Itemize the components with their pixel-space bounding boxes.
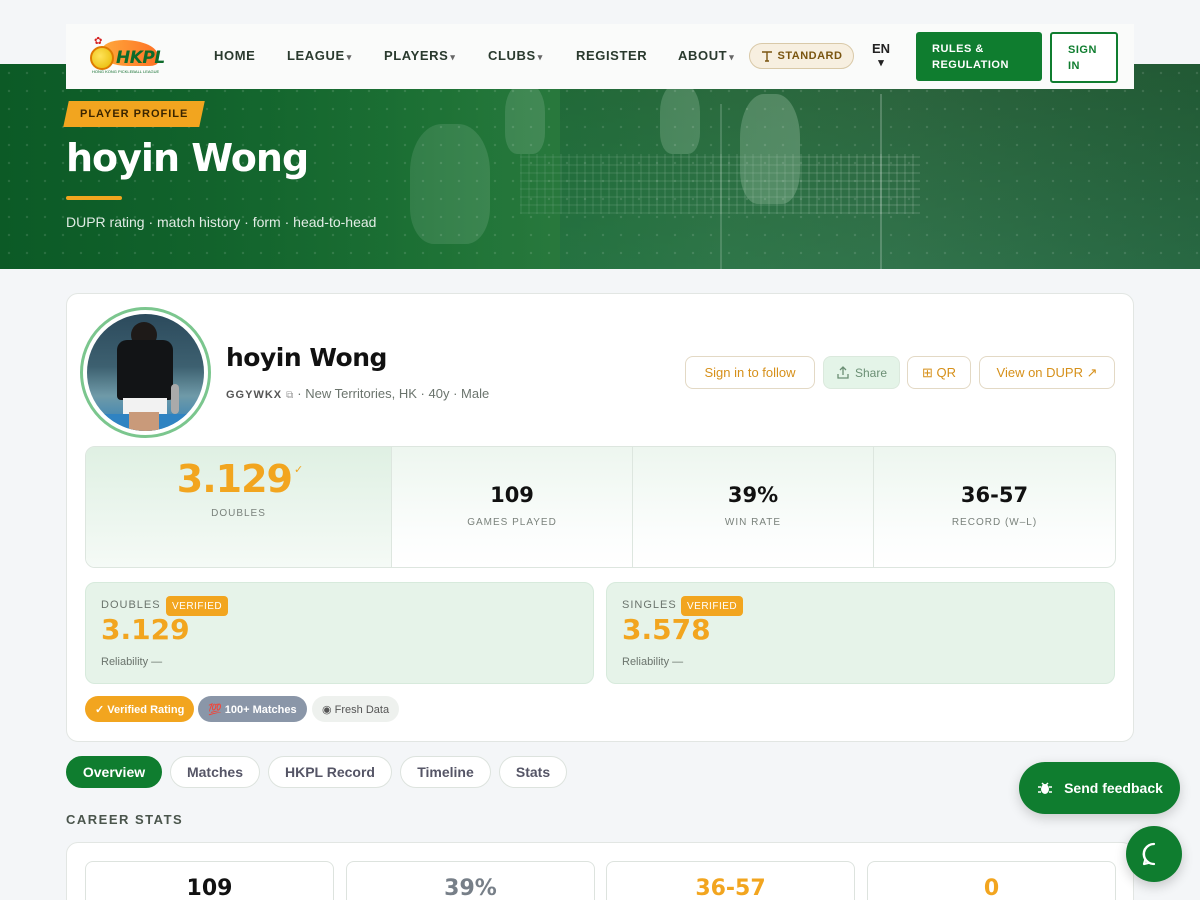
profile-card: hoyin Wong GGYWKX ⧉ · New Territories, HK … [66, 293, 1134, 742]
record-stat: 36-57 RECORD (W–L) [951, 483, 1038, 528]
doubles-rating-box: DOUBLES VERIFIED 3.129 Reliability — [85, 582, 594, 684]
send-feedback-button[interactable]: Send feedback [1019, 762, 1180, 814]
career-stat: 0 [867, 861, 1116, 900]
player-name: hoyin Wong [226, 343, 387, 372]
tab-timeline[interactable]: Timeline [400, 756, 491, 788]
games-played-stat: 109 GAMES PLAYED [392, 447, 633, 567]
avatar [80, 307, 211, 438]
career-stats-title: CAREER STATS [66, 812, 184, 827]
view-dupr-button[interactable]: View on DUPR ↗ [979, 356, 1115, 389]
hero-title: hoyin Wong [66, 136, 309, 180]
bauhinia-icon: ✿ [94, 36, 103, 47]
chevron-down-icon: ▾ [729, 52, 735, 62]
verified-rating-chip: ✓ Verified Rating [85, 696, 195, 722]
fresh-data-chip: ◉ Fresh Data [312, 696, 400, 722]
career-stat: 109 [85, 861, 334, 900]
rating-stat: 3.129 ✓ DOUBLES [86, 447, 392, 567]
copy-icon[interactable]: ⧉ [286, 390, 293, 401]
follow-button[interactable]: Sign in to follow [685, 356, 815, 389]
chat-button[interactable] [1126, 826, 1182, 882]
100-matches-chip: 💯 100+ Matches [198, 696, 307, 722]
player-profile-badge: PLAYER PROFILE [63, 101, 206, 127]
hkpl-logo[interactable]: ✿ HKPL HONG KONG PICKLEBALL LEAGUE [82, 36, 168, 78]
player-code: GGYWKX [226, 389, 283, 401]
chevron-down-icon: ▾ [537, 52, 543, 62]
career-stat: 39% [346, 861, 595, 900]
summary-stats: 3.129 ✓ DOUBLES 109 GAMES PLAYED 39% WIN … [85, 446, 1116, 568]
chevron-down-icon: ▾ [346, 52, 352, 62]
sign-in-button[interactable]: SIGN IN [1050, 32, 1118, 83]
chevron-down-icon: ▾ [450, 52, 456, 62]
nav-home[interactable]: HOME [214, 48, 255, 63]
share-icon [837, 365, 849, 379]
text-size-standard-toggle[interactable]: STANDARD [749, 43, 854, 69]
career-stat: 36-57 [606, 861, 855, 900]
hero-underline [66, 196, 122, 200]
bug-icon [1038, 782, 1053, 794]
nav-about[interactable]: ABOUT ▾ [678, 48, 734, 63]
hero-subtitle: DUPR rating · match history · form · hea… [66, 214, 377, 230]
rules-regulation-button[interactable]: RULES & REGULATION [916, 32, 1042, 81]
tab-hkpl-record[interactable]: HKPL Record [268, 756, 392, 788]
language-select[interactable]: EN ▾ [872, 41, 890, 71]
chevron-down-icon: ▾ [878, 57, 884, 69]
career-stats-card: 109 39% 36-57 0 [66, 842, 1134, 900]
singles-rating-box: SINGLES VERIFIED 3.578 Reliability — [606, 582, 1115, 684]
nav-league[interactable]: LEAGUE ▾ [287, 48, 352, 63]
text-size-icon [761, 51, 772, 62]
nav-players[interactable]: PLAYERS ▾ [384, 48, 456, 63]
top-nav: ✿ HKPL HONG KONG PICKLEBALL LEAGUE HOME … [66, 24, 1134, 89]
tab-stats[interactable]: Stats [499, 756, 567, 788]
tab-matches[interactable]: Matches [170, 756, 260, 788]
share-button[interactable]: Share [823, 356, 900, 389]
tab-overview[interactable]: Overview [66, 756, 162, 788]
nav-clubs[interactable]: CLUBS ▾ [488, 48, 543, 63]
win-rate-stat: 39% WIN RATE [633, 447, 874, 567]
chat-bubble-icon [1142, 842, 1156, 866]
player-meta: GGYWKX ⧉ · New Territories, HK · 40y · Mal… [226, 386, 490, 401]
qr-button[interactable]: ⊞ QR [907, 356, 971, 389]
check-icon: ✓ [293, 463, 303, 476]
nav-register[interactable]: REGISTER [576, 48, 647, 63]
